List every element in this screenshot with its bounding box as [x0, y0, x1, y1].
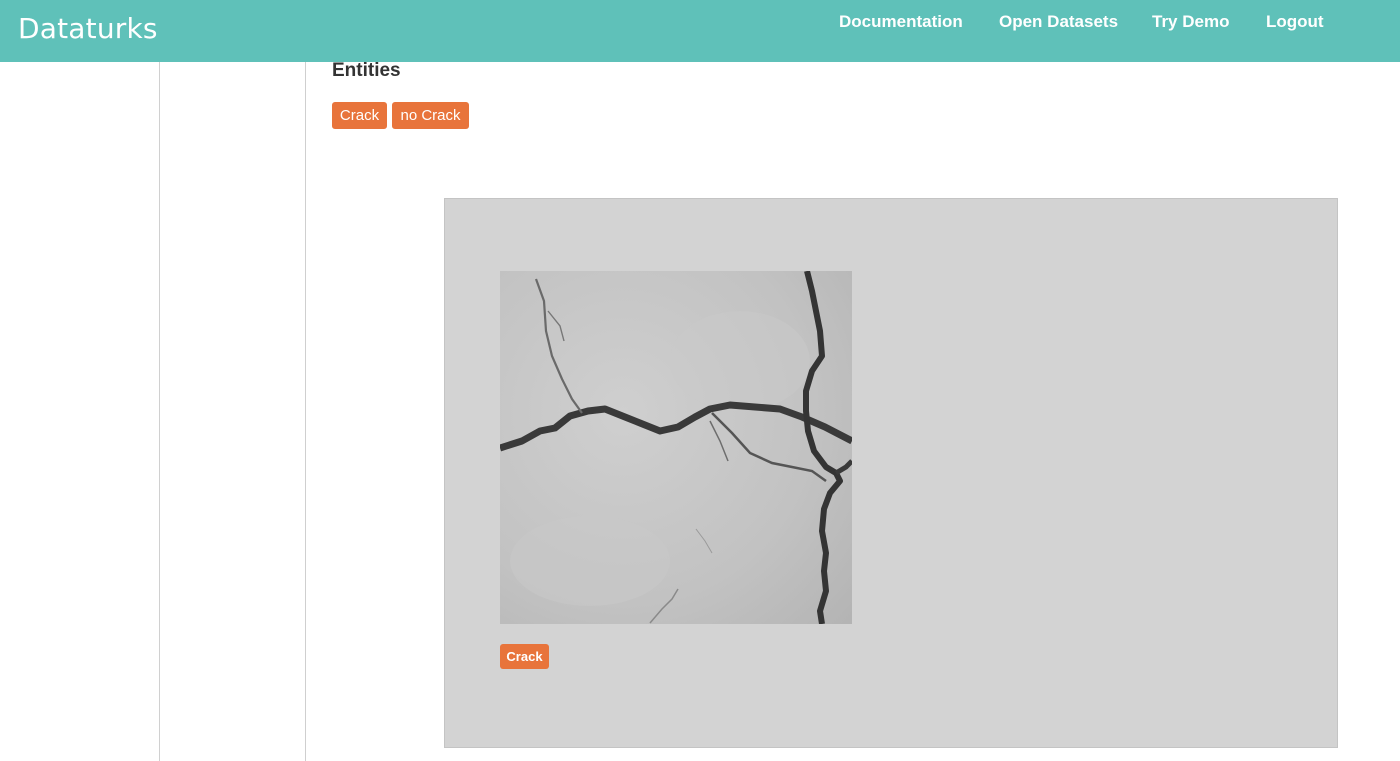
crack-photo-graphic — [500, 271, 852, 624]
nav-try-demo-link[interactable]: Try Demo — [1152, 12, 1229, 32]
brand-logo[interactable]: Dataturks — [18, 12, 158, 45]
entity-no-crack-button[interactable]: no Crack — [392, 102, 469, 129]
top-navbar: Dataturks Documentation Open Datasets Tr… — [0, 0, 1400, 62]
column-divider-right — [305, 62, 306, 761]
entity-crack-button[interactable]: Crack — [332, 102, 387, 129]
column-divider-left — [159, 62, 160, 761]
selected-label-tag[interactable]: Crack — [500, 644, 549, 669]
entities-heading: Entities — [332, 60, 401, 81]
nav-documentation-link[interactable]: Documentation — [839, 12, 963, 32]
crack-photo[interactable] — [500, 271, 852, 624]
nav-logout-link[interactable]: Logout — [1266, 12, 1324, 32]
nav-open-datasets-link[interactable]: Open Datasets — [999, 12, 1118, 32]
